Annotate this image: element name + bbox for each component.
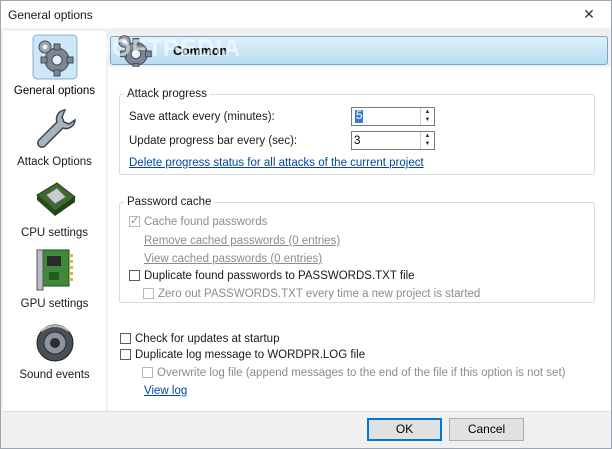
gear-icon bbox=[32, 34, 77, 80]
sidebar-item-label: General options bbox=[13, 85, 96, 97]
sidebar-item-sound-events[interactable]: Sound events bbox=[3, 317, 106, 381]
sidebar: General options Attack Options CPU setti… bbox=[3, 31, 106, 411]
overwrite-log-checkbox[interactable]: Overwrite log file (append messages to t… bbox=[142, 367, 565, 379]
title-bar: General options ✕ bbox=[1, 1, 611, 28]
spin-up-icon[interactable]: ▲ bbox=[421, 108, 434, 116]
cpu-icon bbox=[35, 182, 76, 216]
sidebar-item-attack-options[interactable]: Attack Options bbox=[3, 104, 106, 168]
cache-found-label: Cache found passwords bbox=[144, 216, 268, 228]
spin-down-icon[interactable]: ▼ bbox=[421, 116, 434, 124]
update-progress-input[interactable] bbox=[354, 133, 418, 148]
dialog-footer: OK Cancel bbox=[3, 411, 609, 448]
group-title: Attack progress bbox=[127, 88, 207, 100]
window-title: General options bbox=[8, 8, 93, 22]
checkbox-box[interactable] bbox=[129, 270, 140, 281]
wrench-icon bbox=[36, 109, 76, 148]
zero-out-checkbox[interactable]: Zero out PASSWORDS.TXT every time a new … bbox=[143, 288, 480, 300]
remove-cached-link[interactable]: Remove cached passwords (0 entries) bbox=[144, 235, 340, 247]
sidebar-item-general-options[interactable]: General options bbox=[3, 33, 106, 97]
check-updates-label: Check for updates at startup bbox=[135, 333, 280, 345]
checkbox-box[interactable] bbox=[129, 214, 140, 227]
save-attack-stepper[interactable]: 5 ▲ ▼ bbox=[351, 107, 435, 126]
gpu-card-icon bbox=[36, 249, 73, 291]
sidebar-item-cpu-settings[interactable]: CPU settings bbox=[3, 175, 106, 239]
cache-found-checkbox[interactable]: Cache found passwords bbox=[129, 214, 268, 228]
spin-buttons[interactable]: ▲ ▼ bbox=[420, 132, 434, 149]
overwrite-log-label: Overwrite log file (append messages to t… bbox=[157, 367, 566, 379]
zero-out-label: Zero out PASSWORDS.TXT every time a new … bbox=[158, 288, 481, 300]
sidebar-item-label: Attack Options bbox=[17, 156, 92, 168]
save-attack-label: Save attack every (minutes): bbox=[129, 111, 275, 123]
save-attack-value: 5 bbox=[355, 110, 364, 123]
sidebar-item-label: CPU settings bbox=[20, 227, 89, 239]
group-title: Password cache bbox=[127, 196, 212, 208]
checkbox-box[interactable] bbox=[120, 333, 131, 344]
check-updates-checkbox[interactable]: Check for updates at startup bbox=[120, 333, 279, 345]
password-cache-group: Password cache bbox=[119, 196, 595, 303]
sidebar-item-gpu-settings[interactable]: GPU settings bbox=[3, 246, 106, 310]
update-progress-label: Update progress bar every (sec): bbox=[129, 135, 298, 147]
update-progress-stepper[interactable]: ▲ ▼ bbox=[351, 131, 435, 150]
spin-buttons[interactable]: ▲ ▼ bbox=[420, 108, 434, 125]
sidebar-item-label: Sound events bbox=[19, 369, 90, 381]
duplicate-passwords-label: Duplicate found passwords to PASSWORDS.T… bbox=[144, 270, 415, 282]
checkbox-box[interactable] bbox=[120, 349, 131, 360]
sidebar-item-label: GPU settings bbox=[20, 298, 89, 310]
duplicate-log-checkbox[interactable]: Duplicate log message to WORDPR.LOG file bbox=[120, 349, 365, 361]
close-icon[interactable]: ✕ bbox=[581, 6, 597, 22]
spin-down-icon[interactable]: ▼ bbox=[421, 140, 434, 148]
view-log-link[interactable]: View log bbox=[144, 385, 187, 397]
options-panel: Attack progress Save attack every (minut… bbox=[108, 67, 611, 411]
spin-up-icon[interactable]: ▲ bbox=[421, 132, 434, 140]
ok-button[interactable]: OK bbox=[367, 418, 442, 441]
checkbox-box[interactable] bbox=[142, 367, 153, 378]
delete-progress-link[interactable]: Delete progress status for all attacks o… bbox=[129, 157, 424, 169]
options-dialog: General options ✕ General options Attack… bbox=[0, 0, 612, 449]
duplicate-log-label: Duplicate log message to WORDPR.LOG file bbox=[135, 349, 366, 361]
checkbox-box[interactable] bbox=[143, 288, 154, 299]
speaker-icon bbox=[36, 324, 73, 362]
view-cached-link[interactable]: View cached passwords (0 entries) bbox=[144, 253, 322, 265]
cancel-button[interactable]: Cancel bbox=[449, 418, 524, 441]
duplicate-passwords-checkbox[interactable]: Duplicate found passwords to PASSWORDS.T… bbox=[129, 270, 415, 282]
watermark: SOFTPEDIA bbox=[95, 35, 242, 62]
